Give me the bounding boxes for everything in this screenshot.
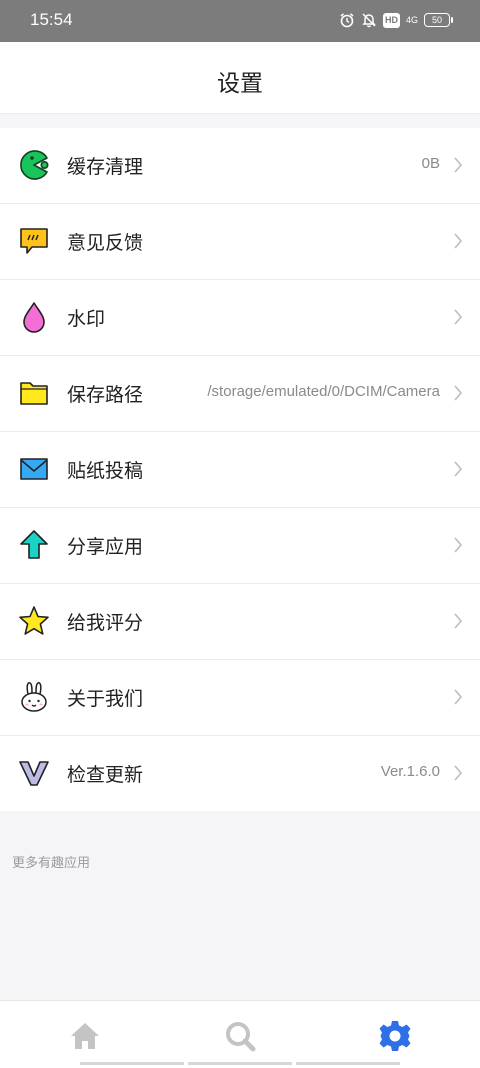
- nav-indicator: [296, 1062, 400, 1065]
- setting-label: 缓存清理: [67, 156, 144, 178]
- nav-indicator: [80, 1062, 184, 1065]
- water-drop-icon: [23, 302, 45, 333]
- settings-gear-icon[interactable]: [378, 1019, 412, 1053]
- more-apps-label: 更多有趣应用: [12, 856, 91, 871]
- home-icon[interactable]: [68, 1019, 102, 1053]
- app-bar: 设置: [0, 42, 480, 114]
- setting-label: 给我评分: [67, 612, 144, 634]
- chevron-right-icon: [454, 157, 463, 173]
- setting-row-feedback[interactable]: 意见反馈: [0, 204, 480, 280]
- setting-label: 水印: [67, 308, 106, 330]
- setting-label: 关于我们: [67, 688, 144, 710]
- star-icon: [19, 606, 49, 635]
- folder-icon: [20, 382, 48, 405]
- nav-indicator: [188, 1062, 292, 1065]
- setting-row-rate-me[interactable]: 给我评分: [0, 584, 480, 660]
- page-title: 设置: [217, 71, 263, 97]
- setting-value: /storage/emulated/0/DCIM/Camera: [207, 383, 440, 400]
- setting-value: Ver.1.6.0: [380, 763, 440, 780]
- setting-label: 分享应用: [67, 536, 144, 558]
- status-icons: HD 4G 50: [339, 11, 453, 29]
- alarm-icon: [340, 13, 354, 28]
- setting-row-sticker-submit[interactable]: 贴纸投稿: [0, 432, 480, 508]
- setting-label: 贴纸投稿: [67, 460, 144, 482]
- bottom-nav: [0, 1000, 480, 1068]
- settings-list: 缓存清理 0B 意见反馈 水印 保存路径 /storage/emulated/0…: [0, 128, 480, 811]
- setting-label: 保存路径: [67, 384, 144, 406]
- search-icon[interactable]: [223, 1019, 257, 1053]
- setting-row-check-update[interactable]: 检查更新 Ver.1.6.0: [0, 736, 480, 811]
- network-indicator: 4G: [405, 14, 418, 25]
- setting-row-watermark[interactable]: 水印: [0, 280, 480, 356]
- chevron-right-icon: [454, 233, 463, 249]
- setting-label: 意见反馈: [67, 232, 144, 254]
- bunny-icon: [21, 682, 47, 712]
- pacman-icon: [20, 150, 49, 180]
- v-logo-icon: [19, 761, 49, 786]
- hd-badge: HD: [382, 12, 400, 28]
- chevron-right-icon: [454, 309, 463, 325]
- chevron-right-icon: [454, 461, 463, 477]
- chevron-right-icon: [454, 537, 463, 553]
- envelope-icon: [20, 458, 48, 480]
- chevron-right-icon: [454, 765, 463, 781]
- mute-bell-icon: [362, 13, 376, 28]
- status-bar: 15:54 HD 4G 50: [0, 0, 480, 42]
- setting-value: 0B: [421, 155, 440, 172]
- setting-row-cache-clear[interactable]: 缓存清理 0B: [0, 128, 480, 204]
- setting-row-share-app[interactable]: 分享应用: [0, 508, 480, 584]
- setting-row-save-path[interactable]: 保存路径 /storage/emulated/0/DCIM/Camera: [0, 356, 480, 432]
- chevron-right-icon: [454, 689, 463, 705]
- share-arrow-icon: [20, 530, 48, 559]
- setting-row-about-us[interactable]: 关于我们: [0, 660, 480, 736]
- battery-icon: 50: [424, 13, 453, 27]
- chevron-right-icon: [454, 385, 463, 401]
- setting-label: 检查更新: [67, 764, 144, 786]
- chevron-right-icon: [454, 613, 463, 629]
- status-time: 15:54: [30, 10, 73, 29]
- feedback-chat-icon: [20, 228, 48, 254]
